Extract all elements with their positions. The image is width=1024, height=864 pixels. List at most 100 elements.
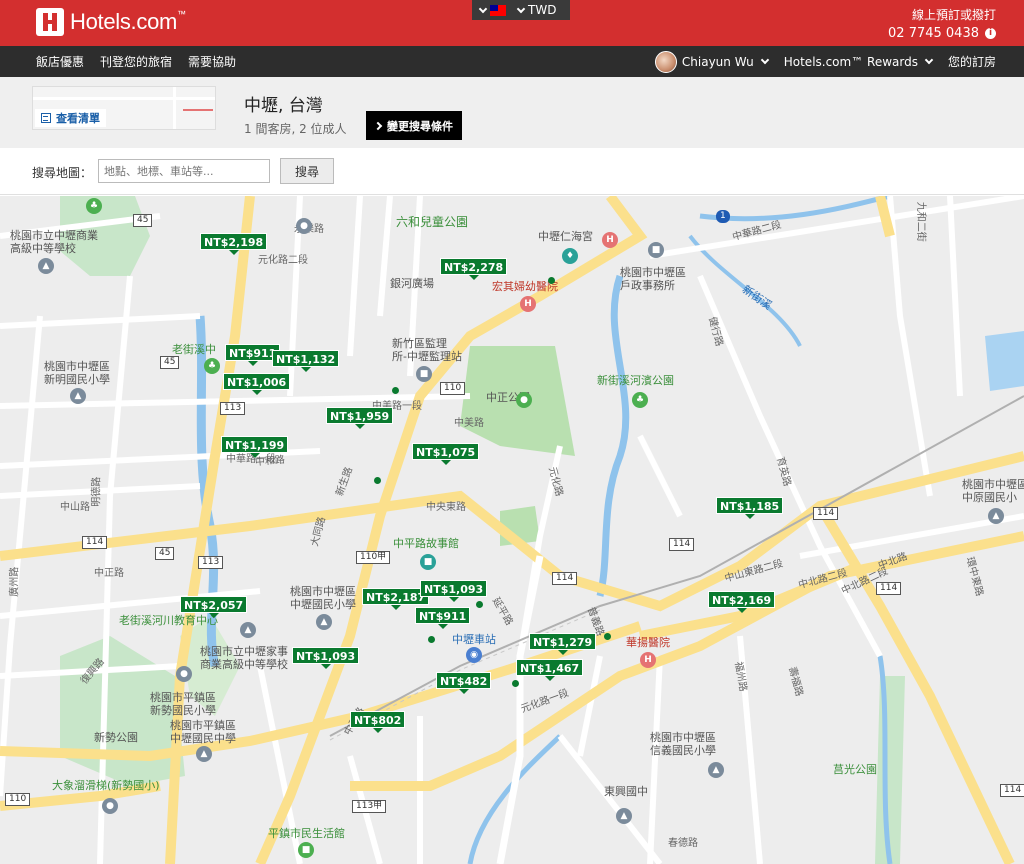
school-icon[interactable]: ▲ [196, 746, 212, 762]
train-station-icon[interactable]: ◉ [466, 647, 482, 663]
school-icon[interactable]: ▲ [70, 388, 86, 404]
map-pin-icon[interactable]: ● [102, 798, 118, 814]
hotel-price-pin[interactable]: NT$1,279 [529, 633, 597, 655]
place-label[interactable]: 中壢仁海宮 [538, 230, 593, 244]
brand-logo[interactable]: Hotels.com™ [36, 8, 186, 36]
place-label[interactable]: 平鎮市民生活館 [268, 827, 345, 841]
hotel-dot[interactable] [604, 633, 611, 640]
place-label[interactable]: 大象溜滑梯(新勢國小) [52, 779, 160, 793]
place-label[interactable]: 桃園市立中壢家事 商業高級中等學校 [200, 645, 288, 671]
hotel-price-pin[interactable]: NT$1,093 [292, 647, 360, 669]
place-label[interactable]: 桃園市中壢區 中壢國民小學 [290, 585, 356, 611]
place-label[interactable]: 桃園市中壢區 中原國民小 [962, 478, 1024, 504]
phone-number[interactable]: 02 7745 0438 i [888, 26, 996, 41]
hospital-icon[interactable]: H [640, 652, 656, 668]
hotel-price-pin[interactable]: NT$1,199 [221, 436, 289, 458]
place-label[interactable]: 桃園市立中壢商業 高級中等學校 [10, 229, 98, 255]
park-icon[interactable]: ♣ [632, 392, 648, 408]
hotel-price-pin[interactable]: NT$1,467 [516, 659, 584, 681]
hotel-dot[interactable] [476, 601, 483, 608]
hotel-price-pin[interactable]: NT$802 [350, 711, 406, 733]
phone-text: 02 7745 0438 [888, 26, 979, 41]
chevron-right-icon [373, 121, 383, 130]
school-icon[interactable]: ▲ [988, 508, 1004, 524]
place-label[interactable]: 華揚醫院 [626, 636, 670, 650]
route-shield: 110甲 [356, 551, 391, 564]
road-label: 中山路 [60, 502, 90, 513]
route-shield: 114 [82, 536, 108, 549]
place-label[interactable]: 新竹區監理 所-中壢監理站 [392, 337, 462, 363]
map-search-button[interactable]: 搜尋 [280, 158, 334, 184]
book-online-or-call[interactable]: 線上預訂或撥打 [912, 6, 996, 23]
government-icon[interactable]: ■ [416, 366, 432, 382]
place-label[interactable]: 新街溪河濱公園 [597, 374, 674, 388]
school-icon[interactable]: ▲ [708, 762, 724, 778]
hotel-dot[interactable] [392, 387, 399, 394]
place-label[interactable]: 銀河廣場 [390, 277, 434, 291]
search-summary: 查看清單 中壢, 台灣 1 間客房, 2 位成人 變更搜尋條件 [0, 77, 1024, 148]
hotel-price-pin[interactable]: NT$2,057 [180, 596, 248, 618]
temple-icon[interactable]: ♦ [562, 248, 578, 264]
nav-deals[interactable]: 飯店優惠 [36, 53, 84, 70]
nav-bookings[interactable]: 您的訂房 [948, 53, 996, 70]
road-label: 明德路 [91, 476, 103, 507]
park-icon[interactable]: ♣ [204, 358, 220, 374]
place-label[interactable]: 中平路故事館 [393, 537, 459, 551]
view-list-button[interactable]: 查看清單 [35, 109, 106, 127]
place-label[interactable]: 桃園市平鎮區 新勢國民小學 [150, 691, 216, 717]
hotel-dot[interactable] [512, 680, 519, 687]
hotel-dot[interactable] [548, 277, 555, 284]
place-label[interactable]: 新勢公園 [94, 731, 138, 745]
nav-list-property[interactable]: 刊登您的旅宿 [100, 53, 172, 70]
map-pin-icon[interactable]: ● [296, 218, 312, 234]
chevron-down-icon [760, 55, 769, 64]
school-icon[interactable]: ▲ [316, 614, 332, 630]
change-search-label: 變更搜尋條件 [387, 119, 453, 133]
user-menu[interactable]: Chiayun Wu [654, 50, 769, 73]
hotel-price-pin[interactable]: NT$911 [415, 607, 471, 629]
change-search-button[interactable]: 變更搜尋條件 [366, 111, 462, 140]
place-label[interactable]: 老街溪中 [172, 343, 216, 357]
map-canvas[interactable]: 桃園市立中壢商業 高級中等學校 六和兒童公園 中壢仁海宮 桃園市中壢區 戶政事務… [0, 196, 1024, 864]
hotel-price-pin[interactable]: NT$2,198 [200, 233, 268, 255]
nav-help[interactable]: 需要協助 [188, 53, 236, 70]
park-icon[interactable]: ● [516, 392, 532, 408]
rewards-menu[interactable]: Hotels.com™ Rewards [784, 55, 934, 69]
government-icon[interactable]: ■ [648, 242, 664, 258]
place-label[interactable]: 中壢車站 [452, 633, 496, 647]
info-icon[interactable]: i [985, 28, 996, 39]
school-icon[interactable]: ▲ [616, 808, 632, 824]
hospital-icon[interactable]: H [602, 232, 618, 248]
map-search-input[interactable] [98, 159, 270, 183]
place-label[interactable]: 桃園市中壢區 戶政事務所 [620, 266, 686, 292]
hotel-price-pin[interactable]: NT$1,132 [272, 350, 340, 372]
hotel-price-pin[interactable]: NT$2,278 [440, 258, 508, 280]
hotel-price-pin[interactable]: NT$1,093 [420, 580, 488, 602]
place-label[interactable]: 桃園市中壢區 信義國民小學 [650, 731, 716, 757]
museum-icon[interactable]: ■ [420, 554, 436, 570]
hotel-dot[interactable] [374, 477, 381, 484]
locale-currency-selector[interactable]: TWD [472, 0, 570, 20]
place-label[interactable]: 桃園市平鎮區 中壢國民中學 [170, 719, 236, 745]
hospital-icon[interactable]: H [520, 296, 536, 312]
hotel-price-pin[interactable]: NT$1,959 [326, 407, 394, 429]
hotel-price-pin[interactable]: NT$1,185 [716, 497, 784, 519]
place-label[interactable]: 六和兒童公園 [396, 215, 468, 230]
place-label[interactable]: 桃園市中壢區 新明國民小學 [44, 360, 110, 386]
hotel-price-pin[interactable]: NT$482 [436, 672, 492, 694]
hotel-price-pin[interactable]: NT$1,006 [223, 373, 291, 395]
school-icon[interactable]: ▲ [240, 622, 256, 638]
brand-tm: ™ [177, 9, 186, 19]
school-icon[interactable]: ▲ [38, 258, 54, 274]
hotel-dot[interactable] [428, 636, 435, 643]
map-thumbnail[interactable]: 查看清單 [32, 86, 216, 130]
map-pin-icon[interactable]: ● [176, 666, 192, 682]
place-label[interactable]: 老街溪河川教育中心 [119, 614, 218, 628]
place-label[interactable]: 東興國中 [604, 785, 648, 799]
hotel-price-pin[interactable]: NT$2,169 [708, 591, 776, 613]
park-icon[interactable]: ♣ [86, 198, 102, 214]
route-shield: 113 [198, 556, 224, 569]
hotel-price-pin[interactable]: NT$1,075 [412, 443, 480, 465]
place-label[interactable]: 莒光公園 [833, 763, 877, 777]
park-icon[interactable]: ■ [298, 842, 314, 858]
